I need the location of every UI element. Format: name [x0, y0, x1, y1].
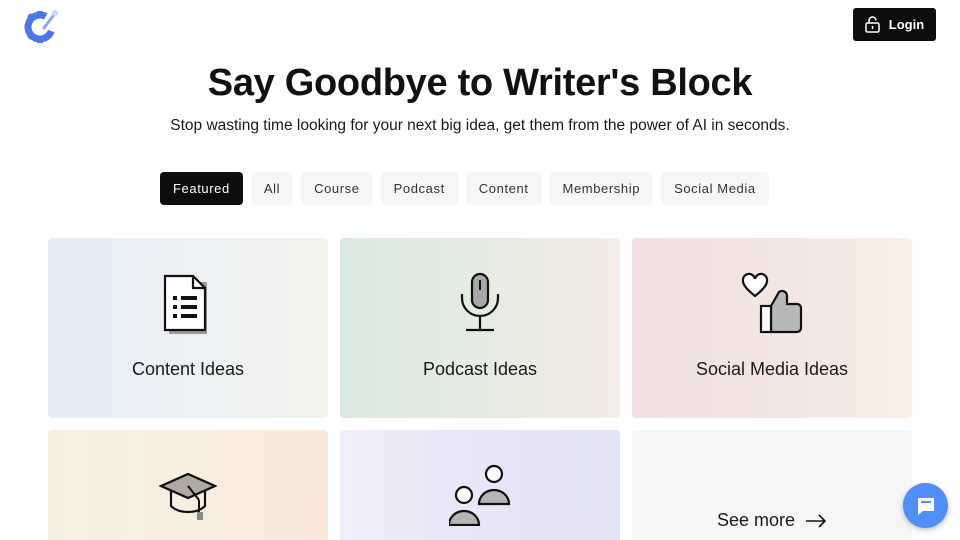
tab-featured[interactable]: Featured [160, 172, 243, 205]
card-membership-ideas[interactable] [340, 430, 620, 540]
card-label: Podcast Ideas [422, 359, 538, 379]
card-social-media-ideas[interactable]: Social Media Ideas [632, 238, 912, 418]
arrow-right-icon [806, 513, 827, 528]
tab-all[interactable]: All [250, 172, 294, 205]
people-icon [449, 464, 511, 526]
card-content-ideas[interactable]: Content Ideas [48, 238, 328, 418]
chat-widget-button[interactable] [903, 483, 948, 528]
card-label: Content Ideas [131, 359, 245, 379]
page: Login Say Goodbye to Writer's Block Stop… [0, 0, 960, 540]
login-button[interactable]: Login [853, 8, 936, 41]
tab-podcast[interactable]: Podcast [380, 172, 458, 205]
logo-icon[interactable] [22, 6, 60, 44]
tab-course[interactable]: Course [301, 172, 373, 205]
page-title: Say Goodbye to Writer's Block [207, 62, 753, 104]
microphone-icon [460, 272, 500, 332]
graduation-cap-icon [159, 472, 217, 520]
document-list-icon [163, 274, 207, 334]
card-podcast-ideas[interactable]: Podcast Ideas [340, 238, 620, 418]
see-more-label: See more [716, 510, 796, 530]
chat-bubble-icon [917, 497, 934, 515]
login-label: Login [888, 17, 925, 32]
category-tabs: Featured All Course Podcast Content Memb… [160, 172, 769, 205]
card-course-ideas[interactable] [48, 430, 328, 540]
card-label: Social Media Ideas [695, 359, 849, 379]
see-more-card[interactable]: See more [632, 430, 912, 540]
tab-content[interactable]: Content [465, 172, 542, 205]
heart-thumbs-up-icon [741, 272, 803, 334]
page-subtitle: Stop wasting time looking for your next … [170, 117, 790, 134]
tab-membership[interactable]: Membership [549, 172, 654, 205]
tab-social-media[interactable]: Social Media [661, 172, 769, 205]
unlock-icon [865, 16, 880, 33]
